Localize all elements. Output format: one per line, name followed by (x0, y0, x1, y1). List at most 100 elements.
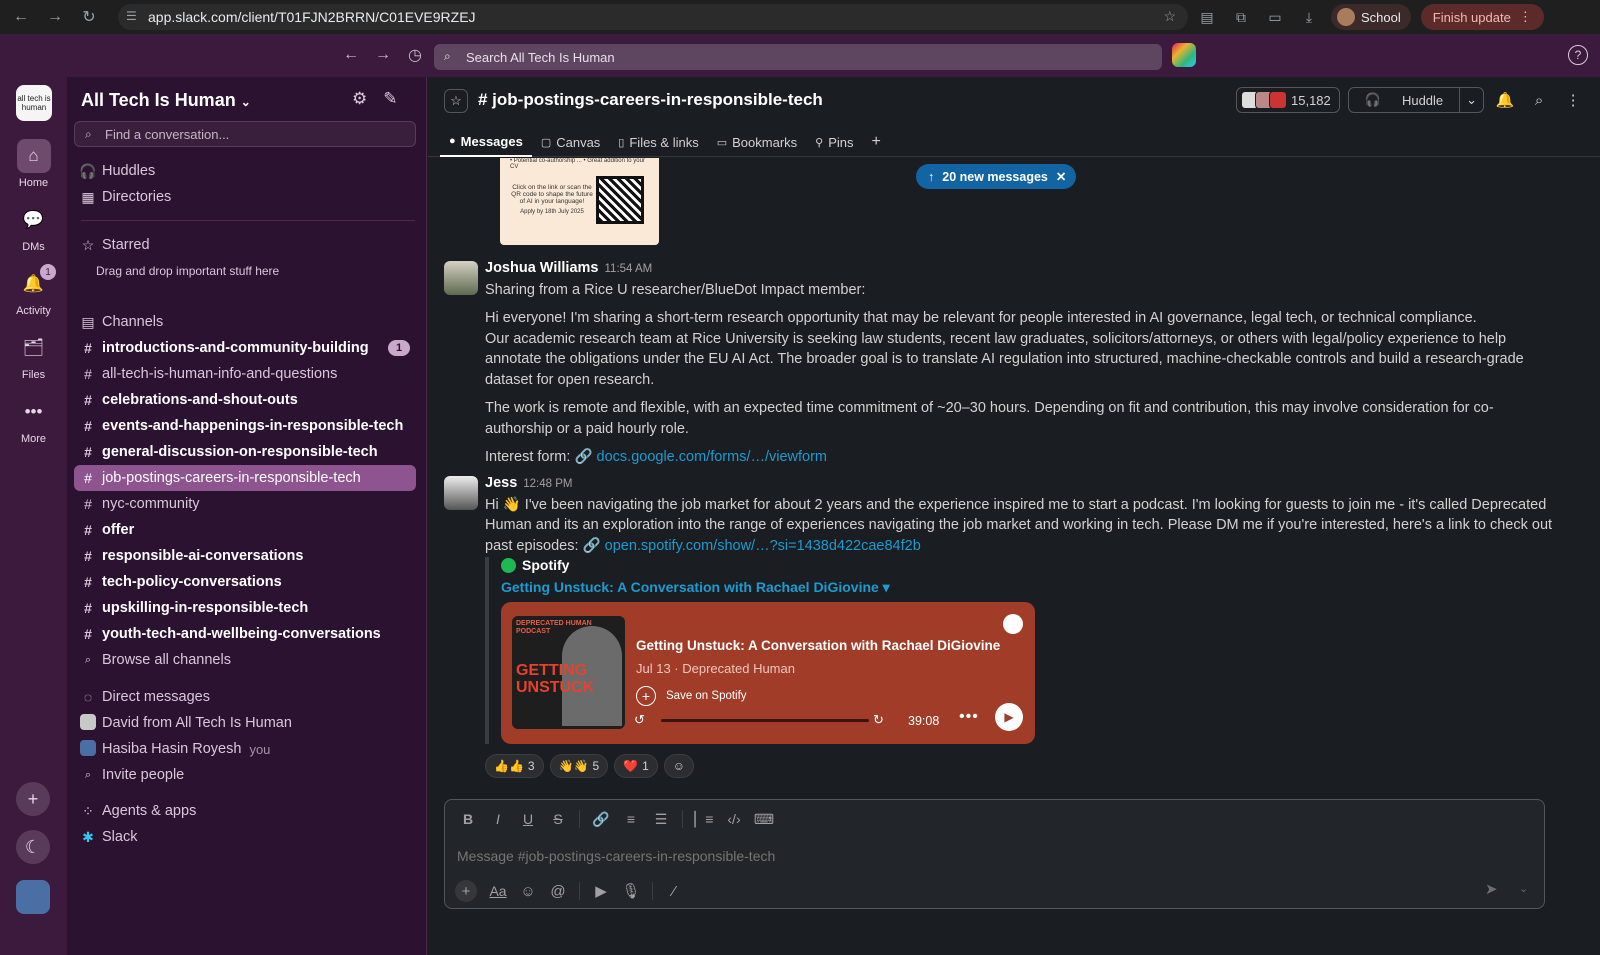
reload-icon[interactable]: ↻ (74, 2, 104, 32)
workspace-name[interactable]: All Tech Is Human ⌄ (81, 90, 251, 111)
avatar[interactable] (444, 261, 478, 295)
sidebar-item-directories[interactable]: ▦ Directories (74, 184, 416, 210)
rail-files[interactable]: 🗂 Files (0, 331, 67, 381)
sidebar-item-responsible-ai[interactable]: # responsible-ai-conversations (74, 543, 416, 569)
microphone-icon[interactable]: 🎙 (618, 880, 644, 902)
plus-icon[interactable]: + (455, 880, 477, 902)
tab-messages[interactable]: ● Messages (440, 127, 532, 157)
starred-section-header[interactable]: ☆ Starred (74, 232, 416, 258)
chevron-down-icon[interactable]: ⌄ (1459, 88, 1483, 112)
bell-icon[interactable]: 🔔 (1492, 87, 1518, 113)
download-icon[interactable]: ⤓ (1297, 5, 1321, 29)
address-bar[interactable]: ☰ app.slack.com/client/T01FJN2BRRN/C01EV… (118, 4, 1188, 30)
rewind-15-icon[interactable]: ↺ (634, 712, 645, 728)
sidebar-item-huddles[interactable]: 🎧 Huddles (74, 158, 416, 184)
compose-icon[interactable]: ✎ (383, 89, 397, 109)
history-clock-icon[interactable]: ◷ (402, 42, 428, 68)
image-attachment[interactable]: • Potential co-authorship ... • Great ad… (500, 158, 659, 245)
sidebar-item-youth-tech[interactable]: # youth-tech-and-wellbeing-conversations (74, 621, 416, 647)
code-block-icon[interactable]: ⌨ (751, 808, 777, 830)
italic-icon[interactable]: I (485, 808, 511, 830)
extensions-icon[interactable]: ⧉ (1229, 5, 1253, 29)
browse-channels-link[interactable]: ⌕ Browse all channels (74, 647, 416, 673)
add-workspace-icon[interactable]: + (16, 782, 50, 816)
bulleted-list-icon[interactable]: ☰ (648, 808, 674, 830)
new-messages-banner[interactable]: ↑ 20 new messages ✕ (916, 164, 1077, 189)
reading-mode-icon[interactable]: ▤ (1195, 5, 1219, 29)
save-on-spotify-button[interactable]: + Save on Spotify (636, 686, 747, 706)
message-time[interactable]: 12:48 PM (523, 478, 572, 490)
forward-arrow-icon[interactable]: → (40, 2, 70, 32)
channels-section-header[interactable]: ▤ Channels (74, 309, 416, 335)
invite-people-link[interactable]: ⌕ Invite people (74, 762, 416, 788)
star-channel-icon[interactable]: ☆ (444, 89, 468, 113)
interest-form-link[interactable]: docs.google.com/forms/…/viewform (597, 449, 827, 465)
more-dots-icon[interactable]: ••• (959, 708, 979, 726)
tab-bookmarks[interactable]: ▭ Bookmarks (708, 127, 806, 157)
sidebar-item-info-and-questions[interactable]: # all-tech-is-human-info-and-questions (74, 361, 416, 387)
sidebar-item-celebrations[interactable]: # celebrations-and-shout-outs (74, 387, 416, 413)
message-author[interactable]: Jess (485, 475, 517, 491)
gear-icon[interactable]: ⚙ (352, 89, 367, 109)
finish-update-button[interactable]: Finish update ⋮ (1420, 4, 1544, 30)
sidebar-item-offer[interactable]: # offer (74, 517, 416, 543)
podcast-cover-image[interactable]: DEPRECATED HUMAN PODCAST GETTING UNSTUCK (512, 616, 625, 729)
dark-mode-moon-icon[interactable]: ☾ (16, 830, 50, 864)
spotify-link[interactable]: open.spotify.com/show/…?si=1438d422cae84… (605, 538, 921, 554)
search-icon[interactable]: ⌕ (1526, 87, 1552, 113)
chevron-down-icon[interactable]: ⌄ (1519, 882, 1528, 895)
rail-home[interactable]: ⌂ Home (0, 139, 67, 189)
progress-bar[interactable] (661, 719, 869, 722)
forward-15-icon[interactable]: ↻ (873, 712, 884, 728)
bookmark-star-icon[interactable]: ☆ (1163, 8, 1176, 25)
slash-command-icon[interactable]: ⁄ (661, 880, 687, 902)
sidebar-item-introductions[interactable]: # introductions-and-community-building 1 (74, 335, 416, 361)
avatar[interactable] (16, 880, 50, 914)
ordered-list-icon[interactable]: ≡ (618, 808, 644, 830)
underline-icon[interactable]: U (515, 808, 541, 830)
reaction-heart[interactable]: ❤️ 1 (614, 754, 658, 778)
workspace-logo[interactable]: all tech is human (16, 85, 52, 121)
dm-section-header[interactable]: ◌ Direct messages (74, 684, 416, 710)
player-title[interactable]: Getting Unstuck: A Conversation with Rac… (636, 638, 1000, 653)
profile-chip[interactable]: School (1331, 4, 1411, 30)
bold-icon[interactable]: B (455, 808, 481, 830)
strikethrough-icon[interactable]: S (545, 808, 571, 830)
message-time[interactable]: 11:54 AM (605, 263, 653, 275)
app-item-slack[interactable]: ✱ Slack (74, 824, 416, 850)
sidebar-item-nyc-community[interactable]: # nyc-community (74, 491, 416, 517)
reaction-wave[interactable]: 👋👋 5 (549, 754, 609, 778)
emoji-icon[interactable]: ☺ (515, 880, 541, 902)
cast-icon[interactable]: ▭ (1263, 5, 1287, 29)
send-icon[interactable]: ➤ (1485, 880, 1498, 898)
history-forward-icon[interactable]: → (370, 42, 396, 68)
formatting-aa-icon[interactable]: Aa (485, 880, 511, 902)
find-conversation-input[interactable]: ⌕ Find a conversation... (74, 121, 416, 147)
rail-more[interactable]: ••• More (0, 395, 67, 445)
code-icon[interactable]: ‹/› (721, 808, 747, 830)
avatar[interactable] (444, 476, 478, 510)
sidebar-item-tech-policy[interactable]: # tech-policy-conversations (74, 569, 416, 595)
kebab-menu-icon[interactable]: ⋮ (1560, 87, 1586, 113)
mention-icon[interactable]: @ (545, 880, 571, 902)
page-title[interactable]: # job-postings-careers-in-responsible-te… (478, 90, 823, 110)
ai-assistant-icon[interactable] (1172, 43, 1196, 67)
dm-item-self[interactable]: Hasiba Hasin Royesh you (74, 736, 416, 762)
add-reaction-button[interactable]: ☺ (663, 754, 695, 778)
video-icon[interactable]: ▶ (588, 880, 614, 902)
message-input[interactable] (457, 846, 1457, 866)
apps-section-header[interactable]: ⁘ Agents & apps (74, 798, 416, 824)
link-icon[interactable]: 🔗 (588, 808, 614, 830)
tab-canvas[interactable]: ▢ Canvas (532, 127, 609, 157)
sidebar-item-job-postings[interactable]: # job-postings-careers-in-responsible-tec… (74, 465, 416, 491)
help-icon[interactable]: ? (1568, 45, 1588, 65)
tab-files[interactable]: ▯ Files & links (609, 127, 707, 157)
huddle-button[interactable]: 🎧 Huddle ⌄ (1347, 87, 1485, 113)
message-author[interactable]: Joshua Williams (485, 260, 599, 276)
rail-activity[interactable]: 🔔 1 Activity (0, 264, 67, 317)
rail-dms[interactable]: 💬 DMs (0, 203, 67, 253)
history-back-icon[interactable]: ← (338, 42, 364, 68)
close-icon[interactable]: ✕ (1056, 169, 1066, 184)
reaction-thumbs-up[interactable]: 👍👍 3 (485, 754, 544, 778)
blockquote-icon[interactable]: ▏≡ (691, 808, 717, 830)
